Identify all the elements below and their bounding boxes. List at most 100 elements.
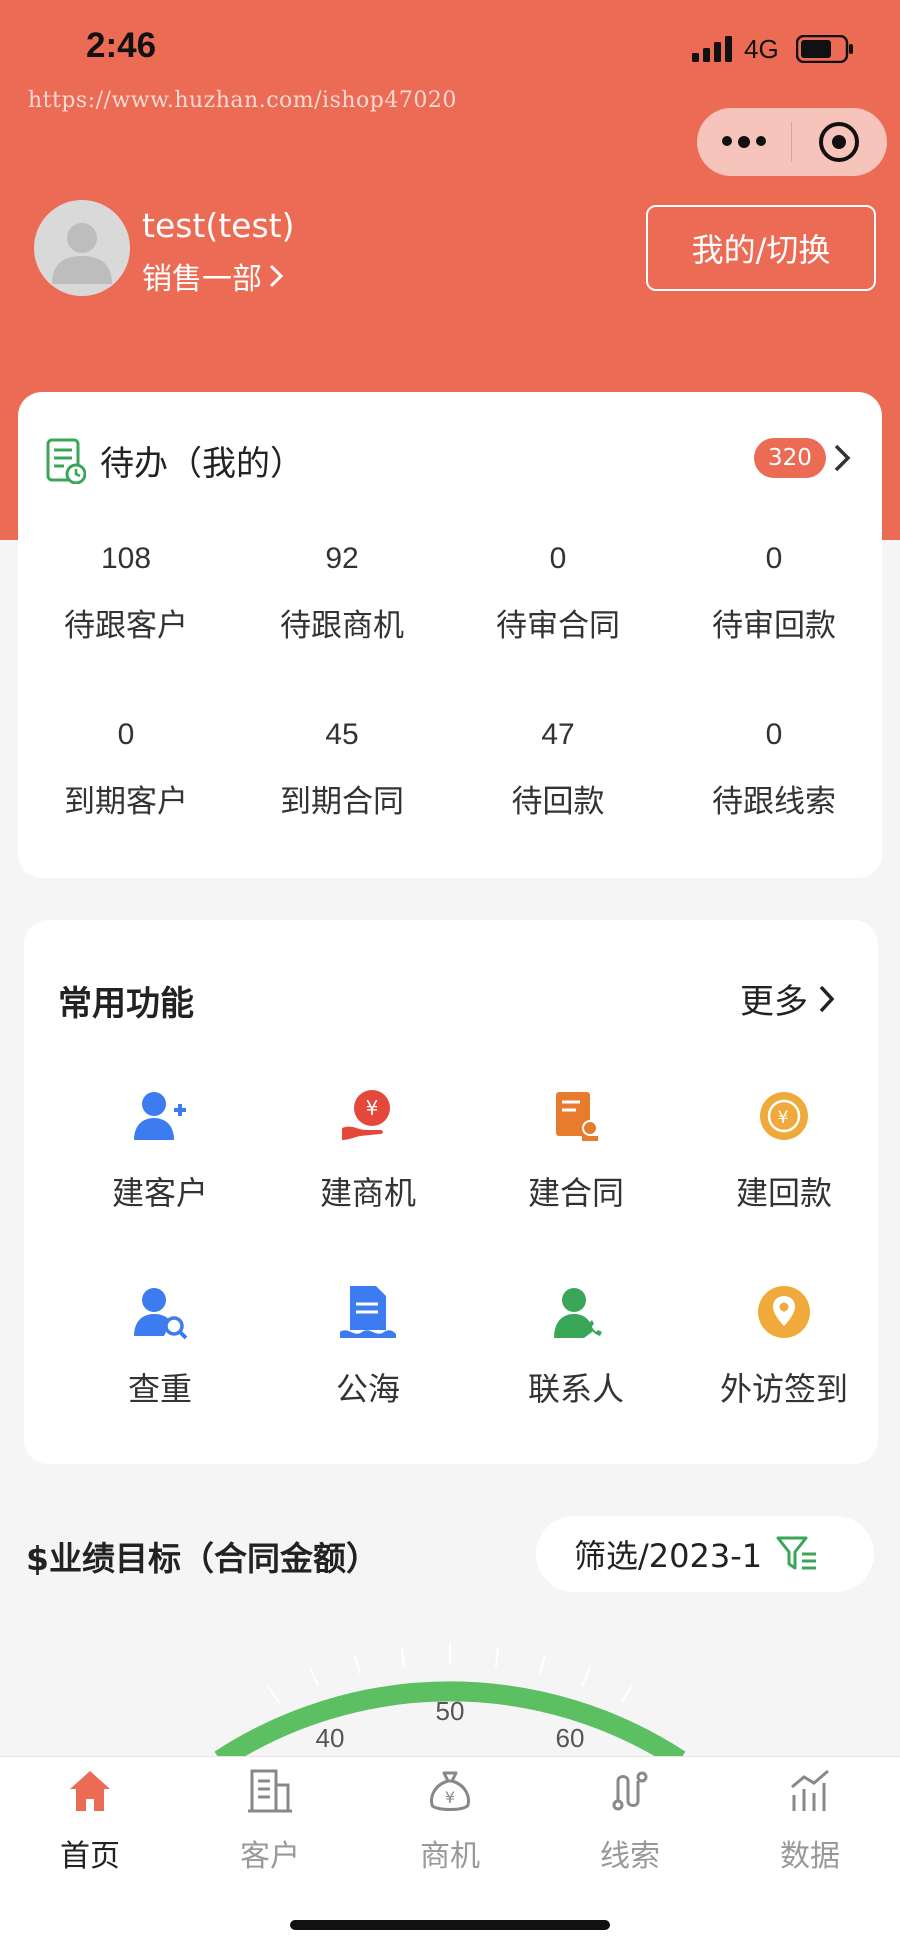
todo-label: 待回款 — [511, 784, 605, 820]
todo-label: 待跟客户 — [64, 608, 188, 644]
todo-value: 108 — [100, 542, 152, 575]
tab-leads[interactable]: 线索 — [540, 1767, 720, 1875]
chart-icon — [791, 1769, 829, 1811]
todo-item[interactable]: 0 待跟线索 — [666, 718, 882, 821]
todo-card: 待办（我的） 320 108 待跟客户 92 待跟商机 0 待审合同 0 待审回… — [18, 392, 882, 878]
switch-account-button[interactable]: 我的/切换 — [646, 205, 876, 291]
todo-item[interactable]: 108 待跟客户 — [18, 542, 234, 645]
gauge-tick-label: 40 — [316, 1723, 345, 1753]
tab-label: 数据 — [780, 1839, 840, 1874]
more-label: 更多 — [740, 982, 808, 1022]
todo-value: 45 — [325, 718, 359, 751]
function-label: 联系人 — [527, 1370, 624, 1408]
filter-icon — [776, 1536, 817, 1570]
default-avatar-icon — [52, 223, 112, 284]
tab-label: 首页 — [60, 1839, 120, 1874]
create-contract-button[interactable]: 建合同 — [472, 1084, 680, 1214]
todo-item[interactable]: 47 待回款 — [450, 718, 666, 821]
function-label: 建客户 — [111, 1174, 208, 1212]
filter-label: 筛选/2023-1 — [574, 1537, 763, 1575]
todo-label: 到期合同 — [280, 784, 404, 820]
function-label: 建合同 — [527, 1174, 624, 1212]
todo-value: 0 — [765, 718, 783, 751]
money-bag-icon: ¥ — [430, 1771, 470, 1811]
signal-icon — [692, 36, 732, 62]
todo-label: 待审合同 — [496, 608, 620, 644]
svg-text:¥: ¥ — [778, 1108, 789, 1128]
duplicate-check-button[interactable]: 查重 — [56, 1280, 264, 1410]
close-miniprogram-button[interactable] — [792, 108, 886, 176]
target-icon — [819, 122, 859, 162]
todo-label: 待跟商机 — [280, 608, 404, 644]
tab-label: 商机 — [420, 1839, 480, 1874]
todo-item[interactable]: 0 到期客户 — [18, 718, 234, 821]
todo-label: 待跟线索 — [712, 784, 836, 820]
department-link[interactable]: 销售一部 — [142, 254, 286, 298]
create-opportunity-button[interactable]: ¥ 建商机 — [264, 1084, 472, 1214]
tab-label: 客户 — [240, 1839, 300, 1874]
home-indicator — [290, 1920, 610, 1930]
status-time: 2:46 — [86, 26, 157, 65]
todo-title: 待办（我的） — [100, 444, 304, 484]
user-name: test(test) — [142, 206, 295, 245]
function-label: 建回款 — [735, 1174, 832, 1212]
home-icon — [70, 1771, 110, 1811]
add-user-icon — [134, 1092, 186, 1140]
todo-value: 92 — [325, 542, 359, 575]
date-filter-button[interactable]: 筛选/2023-1 — [536, 1516, 874, 1592]
payment-icon: ¥ — [760, 1092, 808, 1140]
todo-item[interactable]: 0 待审回款 — [666, 542, 882, 645]
todo-item[interactable]: 92 待跟商机 — [234, 542, 450, 645]
more-dots-icon — [722, 136, 766, 148]
more-functions-link[interactable]: 更多 — [740, 974, 838, 1023]
gauge-tick-label: 60 — [556, 1723, 585, 1753]
tab-label: 线索 — [600, 1839, 660, 1874]
todo-count-badge: 320 — [754, 438, 826, 478]
todo-value: 47 — [541, 718, 575, 751]
todo-label: 待审回款 — [712, 608, 836, 644]
todo-header[interactable]: 待办（我的） — [46, 436, 304, 485]
building-icon — [248, 1769, 292, 1813]
performance-gauge: 50 40 60 — [214, 1644, 686, 1760]
chevron-right-icon[interactable] — [830, 440, 854, 476]
function-label: 外访签到 — [719, 1370, 848, 1408]
todo-label: 到期客户 — [64, 784, 188, 820]
create-customer-button[interactable]: 建客户 — [56, 1084, 264, 1214]
network-label: 4G — [744, 34, 779, 64]
contacts-button[interactable]: 联系人 — [472, 1280, 680, 1410]
function-label: 建商机 — [319, 1174, 416, 1212]
visit-checkin-button[interactable]: 外访签到 — [680, 1280, 888, 1410]
functions-title: 常用功能 — [58, 984, 194, 1024]
avatar[interactable] — [34, 200, 130, 296]
function-label: 公海 — [335, 1370, 400, 1408]
opportunity-icon: ¥ — [342, 1090, 390, 1140]
contract-icon — [556, 1092, 598, 1141]
performance-title: $业绩目标（合同金额） — [26, 1539, 379, 1578]
public-pool-button[interactable]: 公海 — [264, 1280, 472, 1410]
svg-text:¥: ¥ — [366, 1096, 379, 1120]
battery-icon — [796, 35, 853, 63]
gauge-tick-label: 50 — [436, 1696, 465, 1726]
more-menu-button[interactable] — [697, 108, 791, 176]
contact-icon — [554, 1288, 602, 1338]
todo-item[interactable]: 45 到期合同 — [234, 718, 450, 821]
tab-home[interactable]: 首页 — [0, 1767, 180, 1875]
todo-value: 0 — [765, 542, 783, 575]
route-icon — [612, 1771, 648, 1811]
task-list-icon — [46, 438, 86, 484]
common-functions-card: 常用功能 更多 建客户 ¥ 建商机 建合同 ¥ 建回款 查重 公海 联系人 外访… — [24, 920, 878, 1464]
location-icon — [758, 1286, 810, 1338]
tab-opportunities[interactable]: ¥ 商机 — [360, 1767, 540, 1875]
watermark-url: https://www.huzhan.com/ishop47020 — [28, 88, 457, 113]
user-search-icon — [134, 1288, 188, 1340]
chevron-right-icon — [819, 985, 835, 1012]
chevron-right-icon — [269, 264, 284, 288]
tab-data[interactable]: 数据 — [720, 1767, 900, 1875]
create-payment-button[interactable]: ¥ 建回款 — [680, 1084, 888, 1214]
function-label: 查重 — [127, 1370, 192, 1408]
todo-item[interactable]: 0 待审合同 — [450, 542, 666, 645]
todo-value: 0 — [549, 542, 567, 575]
tab-customers[interactable]: 客户 — [180, 1767, 360, 1875]
public-pool-icon — [340, 1286, 396, 1338]
svg-text:¥: ¥ — [445, 1788, 455, 1807]
